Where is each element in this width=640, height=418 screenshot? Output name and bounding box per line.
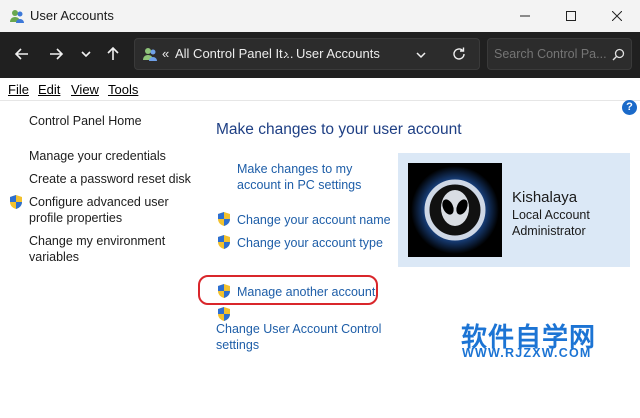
user-accounts-icon	[143, 48, 157, 61]
watermark-url: WWW.RJZXW.COM	[462, 346, 592, 360]
uac-shield-icon	[218, 212, 230, 226]
menu-bar: File Edit View Tools	[0, 78, 640, 101]
address-separator: «	[162, 46, 170, 61]
menu-file[interactable]: File	[8, 82, 29, 97]
back-button[interactable]	[8, 40, 36, 68]
uac-settings-link[interactable]: Change User Account Control settings	[216, 321, 386, 353]
maximize-button[interactable]	[548, 0, 594, 32]
change-account-type-link[interactable]: Change your account type	[237, 235, 383, 251]
uac-shield-icon	[218, 235, 230, 249]
sidebar-configure-profile-properties[interactable]: Configure advanced user profile properti…	[29, 194, 179, 226]
help-button[interactable]: ?	[622, 100, 637, 115]
title-bar: User Accounts	[0, 0, 640, 32]
change-account-name-link[interactable]: Change your account name	[237, 212, 391, 228]
sidebar-create-password-reset-disk[interactable]: Create a password reset disk	[29, 171, 191, 187]
user-accounts-icon	[10, 10, 24, 23]
uac-shield-icon	[10, 195, 22, 209]
chevron-down-icon	[416, 52, 426, 59]
forward-button[interactable]	[42, 40, 70, 68]
minimize-button[interactable]	[502, 0, 548, 32]
manage-another-account-link[interactable]: Manage another account	[237, 284, 375, 300]
breadcrumb-user-accounts[interactable]: User Accounts	[296, 46, 380, 61]
menu-view[interactable]: View	[71, 82, 99, 97]
search-box[interactable]	[487, 38, 632, 70]
address-bar[interactable]: « All Control Panel It... › User Account…	[134, 38, 480, 70]
refresh-button[interactable]	[451, 46, 467, 62]
recent-locations-button[interactable]	[72, 40, 100, 68]
refresh-icon	[453, 47, 465, 60]
arrow-left-icon	[14, 48, 28, 60]
address-dropdown-button[interactable]	[415, 48, 429, 62]
pc-settings-link[interactable]: Make changes to my account in PC setting…	[237, 161, 367, 193]
user-name: Kishalaya	[512, 189, 578, 206]
help-icon: ?	[626, 101, 633, 113]
up-button[interactable]	[99, 40, 127, 68]
maximize-icon	[566, 11, 576, 21]
arrow-up-icon	[107, 46, 119, 60]
user-tile: Kishalaya Local Account Administrator	[398, 153, 630, 267]
breadcrumb-all-control-panel-items[interactable]: All Control Panel It...	[175, 46, 294, 61]
window-title: User Accounts	[30, 8, 114, 23]
search-icon[interactable]	[612, 48, 625, 61]
arrow-right-icon	[50, 48, 64, 60]
user-role: Administrator	[512, 224, 586, 238]
menu-tools[interactable]: Tools	[108, 82, 138, 97]
sidebar-control-panel-home[interactable]: Control Panel Home	[29, 113, 142, 129]
close-button[interactable]	[594, 0, 640, 32]
search-input[interactable]	[494, 45, 606, 63]
uac-shield-icon	[218, 284, 230, 298]
alien-avatar-icon	[408, 163, 502, 257]
breadcrumb-separator: ›	[284, 46, 289, 61]
menu-edit[interactable]: Edit	[38, 82, 60, 97]
page-title: Make changes to your user account	[216, 121, 462, 138]
chevron-down-icon	[81, 51, 91, 58]
sidebar-change-environment-variables[interactable]: Change my environment variables	[29, 233, 169, 265]
user-account-type: Local Account	[512, 208, 590, 222]
avatar	[408, 163, 502, 257]
uac-shield-icon	[218, 307, 230, 321]
minimize-icon	[520, 15, 530, 17]
navigation-bar: « All Control Panel It... › User Account…	[0, 32, 640, 78]
sidebar-manage-credentials[interactable]: Manage your credentials	[29, 148, 166, 164]
close-icon	[612, 11, 622, 21]
